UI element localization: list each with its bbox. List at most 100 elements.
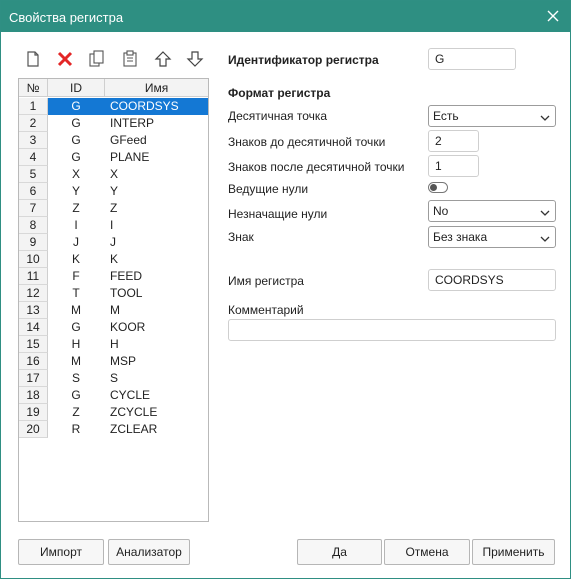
row-id: Y [71,184,80,198]
comment-field[interactable] [228,319,556,341]
import-button[interactable]: Импорт [18,539,104,565]
table-row[interactable]: 19 Z ZCYCLE [19,404,208,421]
decimal-point-select[interactable]: Есть [428,105,556,127]
row-id: F [72,269,80,283]
row-id: G [71,99,81,113]
copy-icon[interactable] [87,49,107,69]
row-id: M [71,303,81,317]
row-name: Y [110,184,119,198]
table-row[interactable]: 20 R ZCLEAR [19,421,208,438]
chevron-down-icon [539,231,551,243]
row-number: 14 [19,319,48,336]
row-number: 7 [19,200,48,217]
table-row[interactable]: 2 G INTERP [19,115,208,132]
column-header-name[interactable]: Имя [105,79,208,97]
trailing-zeros-value: No [433,204,449,218]
row-name: K [110,252,119,266]
row-name: PLANE [110,150,150,164]
table-row[interactable]: 8 I I [19,217,208,234]
move-up-icon[interactable] [153,49,173,69]
table-row[interactable]: 7 Z Z [19,200,208,217]
trailing-zeros-label: Незначащие нули [228,207,328,221]
leading-zeros-label: Ведущие нули [228,182,309,196]
row-name: KOOR [110,320,146,334]
row-id: H [71,337,81,351]
row-name: Z [110,201,118,215]
table-row[interactable]: 18 G CYCLE [19,387,208,404]
row-number: 10 [19,251,48,268]
row-name: COORDSYS [110,99,179,113]
format-heading: Формат регистра [228,86,331,100]
table-row[interactable]: 9 J J [19,234,208,251]
table-row[interactable]: 12 T TOOL [19,285,208,302]
table-row[interactable]: 4 G PLANE [19,149,208,166]
apply-button[interactable]: Применить [472,539,555,565]
row-number: 18 [19,387,48,404]
digits-after-field[interactable]: 1 [428,155,479,177]
table-row[interactable]: 10 K K [19,251,208,268]
row-name: INTERP [110,116,155,130]
register-properties-dialog: Свойства регистра № ID Имя 1 G COORDSYS … [0,0,571,579]
row-number: 9 [19,234,48,251]
digits-before-field[interactable]: 2 [428,130,479,152]
trailing-zeros-select[interactable]: No [428,200,556,222]
row-name: H [110,337,119,351]
sign-label: Знак [228,230,254,244]
row-id: G [71,150,81,164]
new-file-icon[interactable] [23,49,43,69]
table-row[interactable]: 14 G KOOR [19,319,208,336]
row-number: 8 [19,217,48,234]
row-id: G [71,133,81,147]
row-number: 11 [19,268,48,285]
comment-label: Комментарий [228,303,304,317]
row-number: 15 [19,336,48,353]
row-number: 19 [19,404,48,421]
chevron-down-icon [539,110,551,122]
table-row[interactable]: 16 M MSP [19,353,208,370]
table-row[interactable]: 1 G COORDSYS [19,98,208,115]
ok-button[interactable]: Да [297,539,382,565]
close-icon[interactable] [544,7,562,25]
decimal-point-value: Есть [433,109,459,123]
cancel-button[interactable]: Отмена [384,539,470,565]
row-number: 17 [19,370,48,387]
sign-select[interactable]: Без знака [428,226,556,248]
table-row[interactable]: 11 F FEED [19,268,208,285]
column-header-number[interactable]: № [19,79,48,97]
row-name: J [110,235,116,249]
row-number: 5 [19,166,48,183]
row-name: ZCLEAR [110,422,158,436]
chevron-down-icon [539,205,551,217]
row-id: Z [72,405,80,419]
row-id: G [71,388,81,402]
register-table[interactable]: № ID Имя 1 G COORDSYS 2 G INTERP 3 G GFeed 4 G PLAN… [18,78,209,522]
digits-after-label: Знаков после десятичной точки [228,160,405,174]
leading-zeros-toggle[interactable] [428,182,448,193]
table-row[interactable]: 15 H H [19,336,208,353]
identifier-field[interactable]: G [428,48,516,70]
row-number: 20 [19,421,48,438]
row-number: 1 [19,98,48,115]
window-title: Свойства регистра [9,10,124,25]
row-id: G [71,320,81,334]
analyzer-button[interactable]: Анализатор [108,539,190,565]
row-name: ZCYCLE [110,405,158,419]
row-name: GFeed [110,133,147,147]
column-header-id[interactable]: ID [48,79,105,97]
table-row[interactable]: 6 Y Y [19,183,208,200]
row-number: 6 [19,183,48,200]
register-name-field[interactable]: COORDSYS [428,269,556,291]
table-row[interactable]: 13 M M [19,302,208,319]
table-row[interactable]: 5 X X [19,166,208,183]
delete-icon[interactable] [55,49,75,69]
row-id: J [73,235,79,249]
row-id: G [71,116,81,130]
table-row[interactable]: 3 G GFeed [19,132,208,149]
table-row[interactable]: 17 S S [19,370,208,387]
row-number: 16 [19,353,48,370]
row-number: 13 [19,302,48,319]
move-down-icon[interactable] [185,49,205,69]
paste-icon[interactable] [120,49,140,69]
row-number: 3 [19,132,48,149]
row-name: I [110,218,114,232]
